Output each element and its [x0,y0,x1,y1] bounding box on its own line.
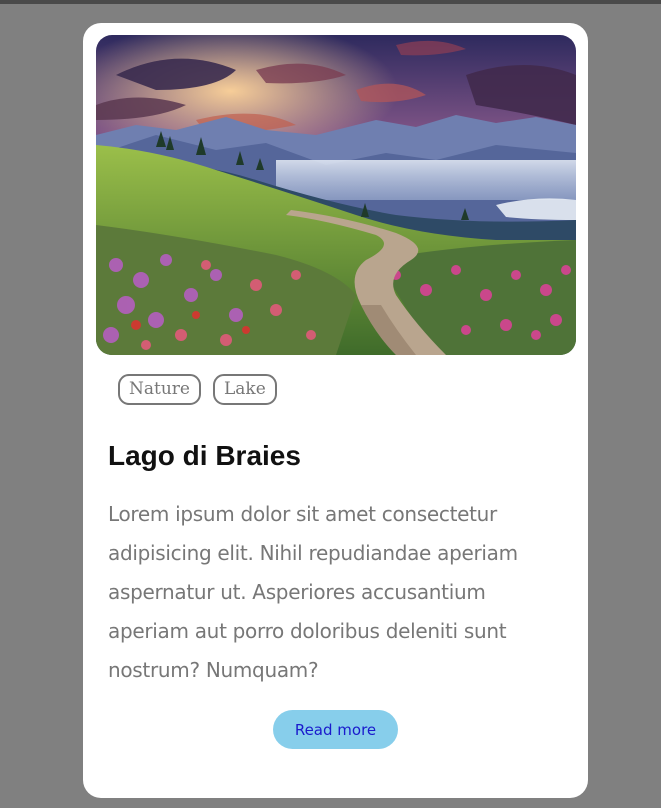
tag-lake[interactable]: Lake [212,374,277,405]
card-title: Lago di Braies [108,440,301,471]
tag-list: Nature Lake [118,374,277,405]
card-image [96,35,576,355]
top-strip [0,0,661,4]
tag-nature[interactable]: Nature [118,374,201,405]
article-card: Nature Lake Lago di Braies Lorem ipsum d… [83,23,588,798]
card-description: Lorem ipsum dolor sit amet consectetur a… [108,502,518,682]
read-more-button[interactable]: Read more [273,710,398,749]
